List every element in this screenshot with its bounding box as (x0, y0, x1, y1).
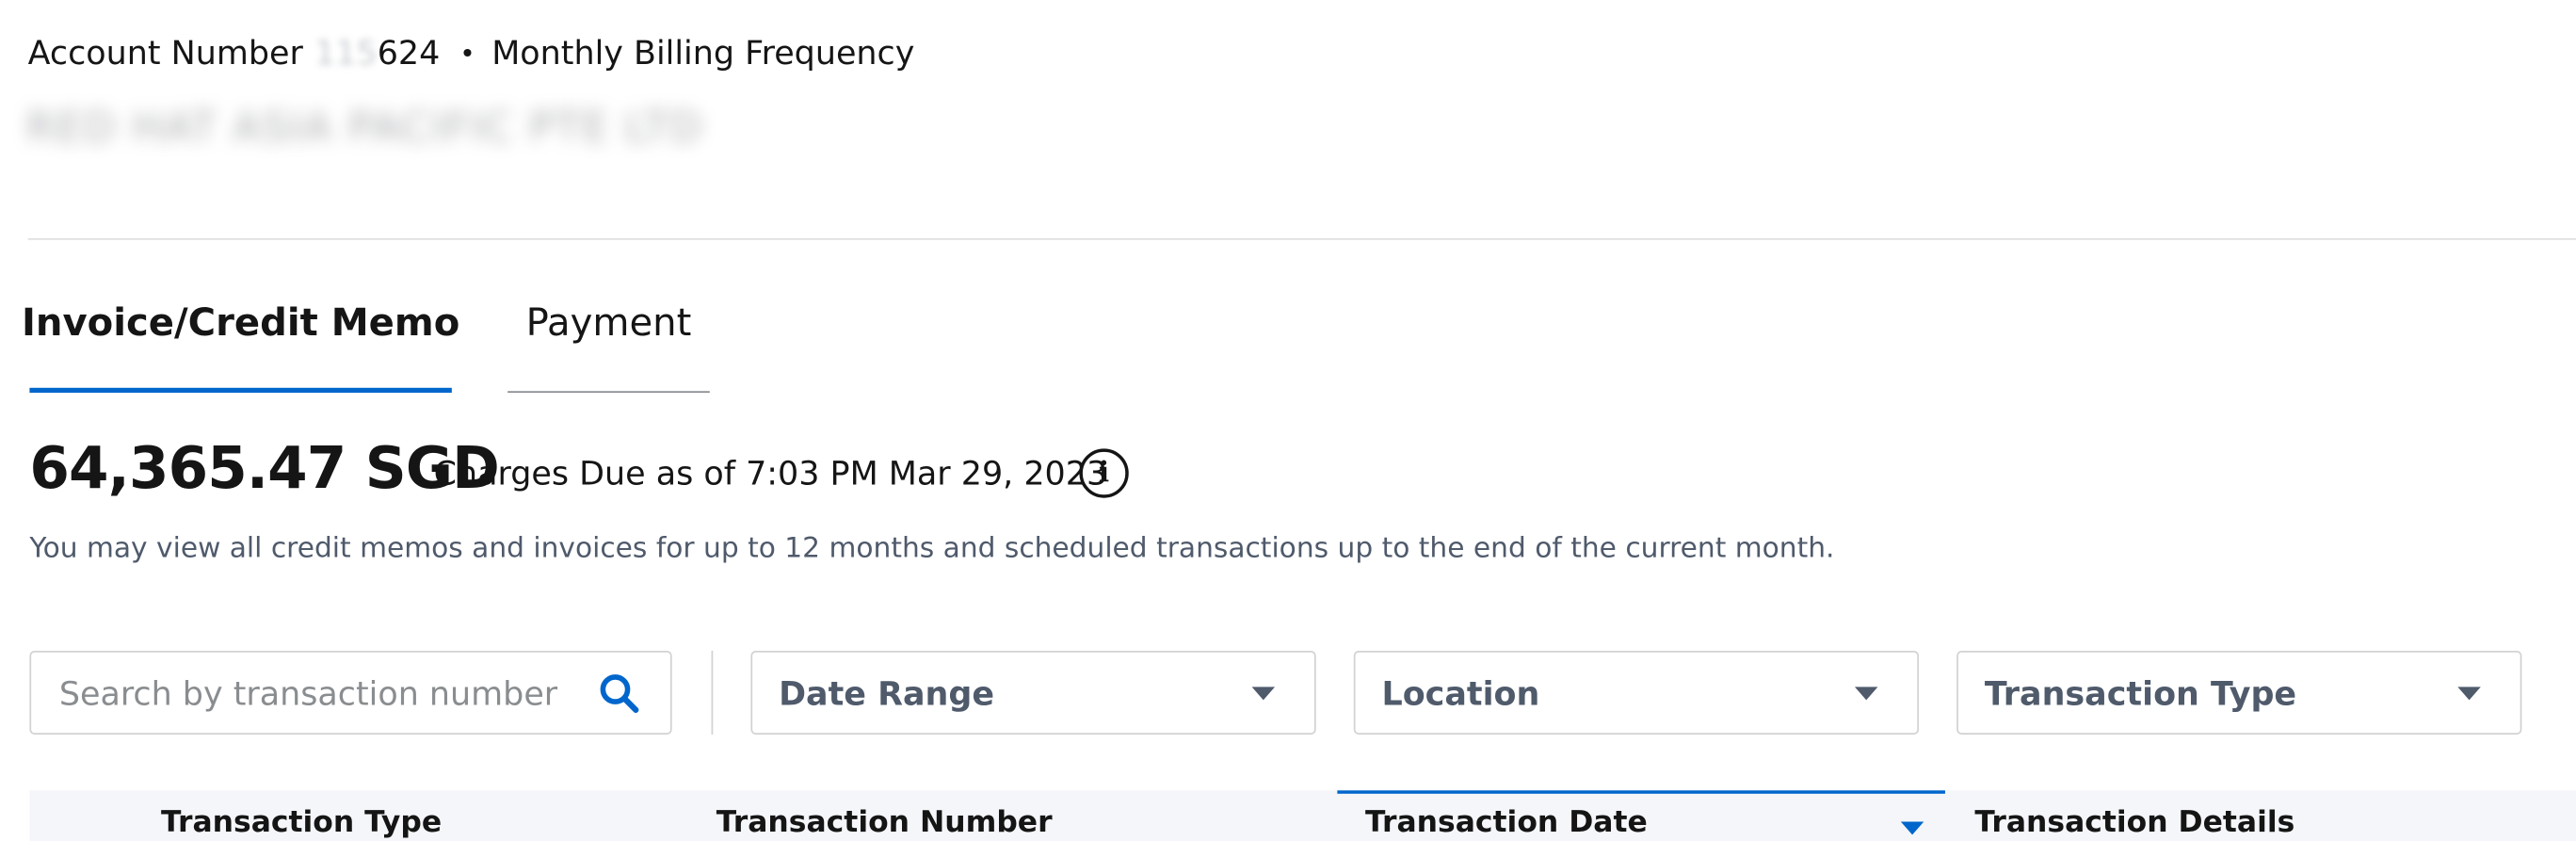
transaction-type-label: Transaction Type (1984, 672, 2297, 713)
filter-separator (711, 650, 714, 735)
column-header-transaction-number[interactable]: Transaction Number (716, 805, 1053, 840)
account-info-line: Account Number 115 624 • Monthly Billing… (28, 31, 915, 73)
header-divider (27, 238, 2576, 240)
tab-payment[interactable]: Payment (507, 283, 710, 395)
date-range-dropdown[interactable]: Date Range (750, 650, 1316, 735)
account-number-visible: 624 (377, 32, 441, 73)
transaction-type-dropdown[interactable]: Transaction Type (1956, 650, 2522, 735)
location-dropdown[interactable]: Location (1353, 650, 1920, 735)
account-name-redacted: RED HAT ASIA PACIFIC PTE LTD (25, 103, 704, 152)
column-header-transaction-date[interactable]: Transaction Date (1365, 805, 1648, 840)
location-label: Location (1381, 672, 1540, 713)
history-note: You may view all credit memos and invoic… (29, 532, 1835, 566)
billing-frequency: Monthly Billing Frequency (491, 32, 915, 73)
search-box (29, 650, 672, 735)
search-icon[interactable] (598, 672, 640, 715)
chevron-down-icon (1251, 687, 1276, 701)
account-number-masked: 115 (314, 32, 378, 73)
search-input[interactable] (58, 672, 586, 713)
separator-dot: • (459, 37, 475, 69)
charges-due-text: Charges Due as of 7:03 PM Mar 29, 2023 (433, 453, 1108, 493)
tab-inactive-indicator (507, 391, 710, 394)
charges-amount: 64,365.47 SGD (29, 437, 500, 503)
tab-invoice-credit-memo[interactable]: Invoice/Credit Memo (22, 283, 459, 395)
sorted-column-indicator (1337, 790, 1945, 794)
billing-page: Account Number 115 624 • Monthly Billing… (0, 0, 2576, 841)
date-range-label: Date Range (779, 672, 995, 713)
info-icon[interactable]: i (1079, 448, 1129, 498)
chevron-down-icon (1854, 687, 1878, 701)
sort-desc-icon[interactable] (1900, 821, 1924, 835)
column-header-transaction-type[interactable]: Transaction Type (161, 805, 442, 840)
chevron-down-icon (2457, 687, 2481, 701)
column-header-transaction-details[interactable]: Transaction Details (1974, 805, 2294, 840)
account-number-label: Account Number (27, 32, 303, 73)
tab-active-indicator (29, 387, 452, 394)
